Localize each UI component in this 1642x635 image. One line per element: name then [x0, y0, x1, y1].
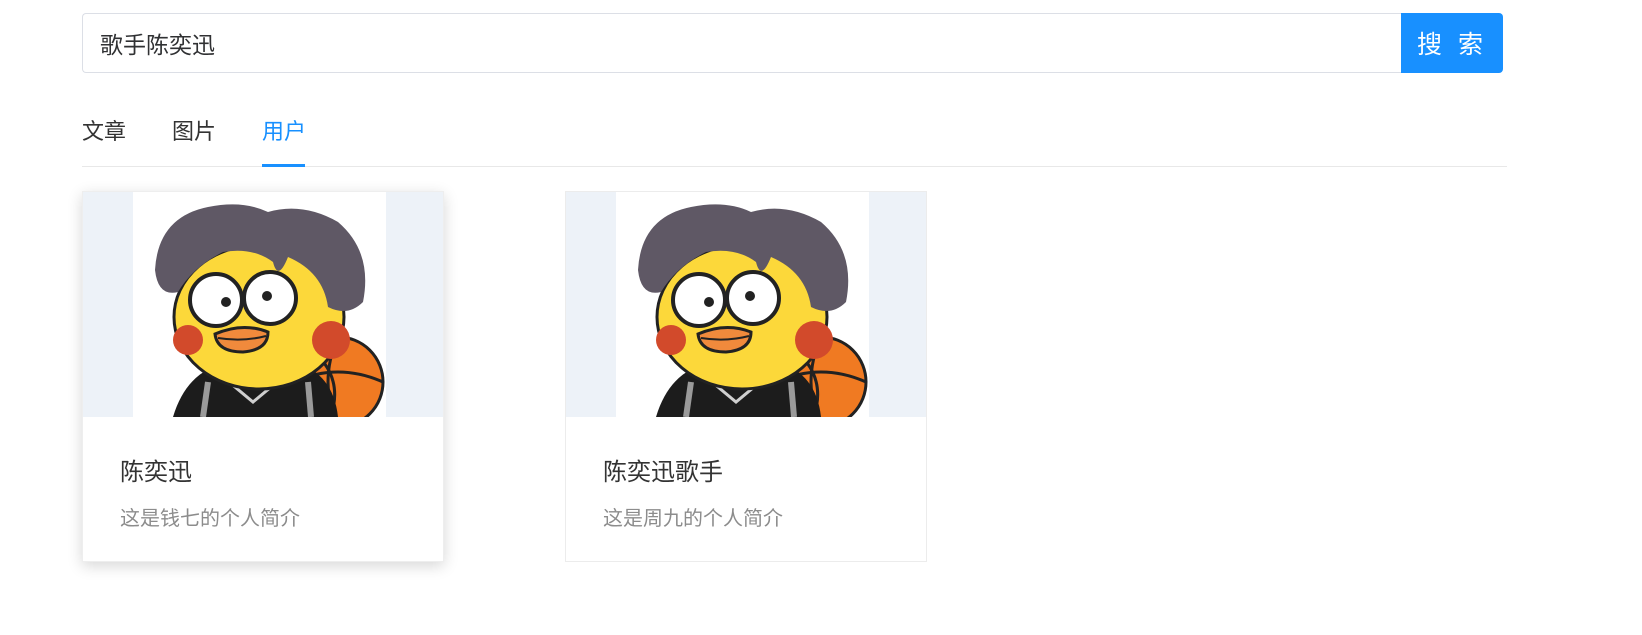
user-card[interactable]: 陈奕迅 这是钱七的个人简介 — [82, 191, 444, 562]
user-cover — [83, 192, 443, 417]
user-bio: 这是钱七的个人简介 — [120, 506, 300, 530]
user-name: 陈奕迅歌手 — [603, 458, 723, 486]
user-bio: 这是周九的个人简介 — [603, 506, 783, 530]
tab-users[interactable]: 用户 — [262, 118, 306, 164]
result-tabs: 文章 图片 用户 — [82, 110, 1507, 167]
duck-avatar-icon — [638, 204, 868, 417]
user-name: 陈奕迅 — [120, 458, 192, 486]
user-card[interactable]: 陈奕迅歌手 这是周九的个人简介 — [565, 191, 927, 562]
user-avatar — [133, 192, 386, 417]
user-cover — [566, 192, 926, 417]
active-tab-indicator — [262, 164, 305, 167]
tab-images[interactable]: 图片 — [172, 118, 216, 164]
search-input[interactable] — [82, 13, 1401, 73]
user-avatar — [616, 192, 869, 417]
tab-articles[interactable]: 文章 — [82, 118, 126, 164]
search-button[interactable]: 搜 索 — [1401, 13, 1503, 73]
duck-avatar-icon — [155, 204, 385, 417]
search-bar: 搜 索 — [82, 13, 1503, 73]
